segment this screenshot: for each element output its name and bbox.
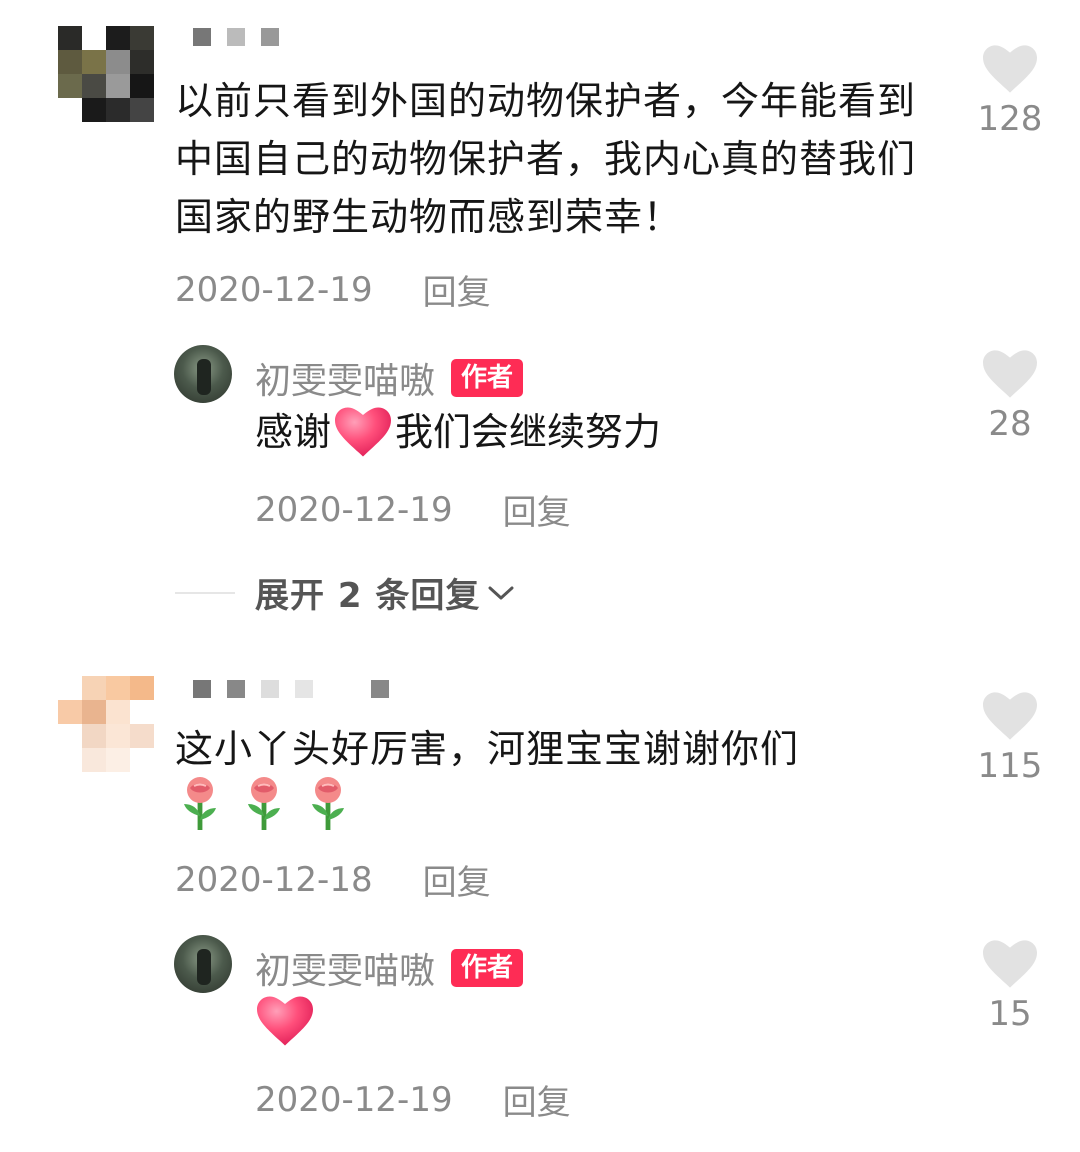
reply-text: 感谢 我们会继续努力: [255, 403, 661, 461]
reply-button[interactable]: 回复: [503, 485, 571, 534]
like-count: 28: [988, 404, 1032, 444]
author-avatar[interactable]: [174, 345, 232, 403]
blurred-username[interactable]: [193, 680, 389, 698]
comment-meta: 2020-12-19 回复: [175, 265, 491, 314]
reply-button[interactable]: 回复: [423, 265, 491, 314]
reply-author: 初雯雯喵嗷 作者: [255, 352, 524, 404]
divider: [175, 591, 235, 594]
reply-date: 2020-12-19: [255, 489, 453, 530]
red-heart-emoji-icon: [257, 996, 313, 1046]
expand-replies[interactable]: 展开 2 条回复: [175, 568, 516, 617]
reply-meta: 2020-12-19 回复: [255, 1075, 571, 1124]
author-badge: 作者: [451, 359, 524, 397]
rose-emoji-row: [178, 776, 350, 832]
reply-text-after: 我们会继续努力: [395, 410, 662, 454]
like-control[interactable]: 15: [960, 940, 1060, 1034]
expand-replies-label[interactable]: 展开 2 条回复: [255, 568, 480, 617]
heart-outline-icon[interactable]: [983, 940, 1037, 988]
blurred-username[interactable]: [193, 28, 279, 46]
rose-emoji-icon: [184, 777, 216, 830]
heart-outline-icon[interactable]: [983, 692, 1037, 740]
like-count: 115: [977, 746, 1043, 786]
reply-text: [257, 996, 313, 1050]
avatar[interactable]: [58, 676, 154, 772]
like-control[interactable]: 128: [960, 45, 1060, 139]
reply-meta: 2020-12-19 回复: [255, 485, 571, 534]
comment-meta: 2020-12-18 回复: [175, 855, 491, 904]
comment-text: 这小丫头好厉害，河狸宝宝谢谢你们: [175, 727, 800, 771]
heart-outline-icon[interactable]: [983, 45, 1037, 93]
author-name[interactable]: 初雯雯喵嗷: [255, 352, 435, 404]
rose-emoji-icon: [312, 777, 344, 830]
reply-date: 2020-12-19: [255, 1079, 453, 1120]
rose-emoji-icon: [248, 777, 280, 830]
like-control[interactable]: 115: [960, 692, 1060, 786]
reply-author: 初雯雯喵嗷 作者: [255, 942, 524, 994]
chevron-down-icon[interactable]: [486, 583, 516, 603]
reply-button[interactable]: 回复: [503, 1075, 571, 1124]
comment-date: 2020-12-18: [175, 859, 373, 900]
author-avatar[interactable]: [174, 935, 232, 993]
reply-text-before: 感谢: [255, 410, 332, 454]
heart-outline-icon[interactable]: [983, 350, 1037, 398]
author-badge: 作者: [451, 949, 524, 987]
like-count: 15: [988, 994, 1032, 1034]
like-control[interactable]: 28: [960, 350, 1060, 444]
avatar[interactable]: [58, 26, 154, 122]
like-count: 128: [977, 99, 1043, 139]
comment-text: 以前只看到外国的动物保护者，今年能看到中国自己的动物保护者，我内心真的替我们国家…: [175, 79, 917, 239]
reply-button[interactable]: 回复: [423, 855, 491, 904]
red-heart-emoji-icon: [335, 407, 392, 457]
comment-date: 2020-12-19: [175, 269, 373, 310]
author-name[interactable]: 初雯雯喵嗷: [255, 942, 435, 994]
